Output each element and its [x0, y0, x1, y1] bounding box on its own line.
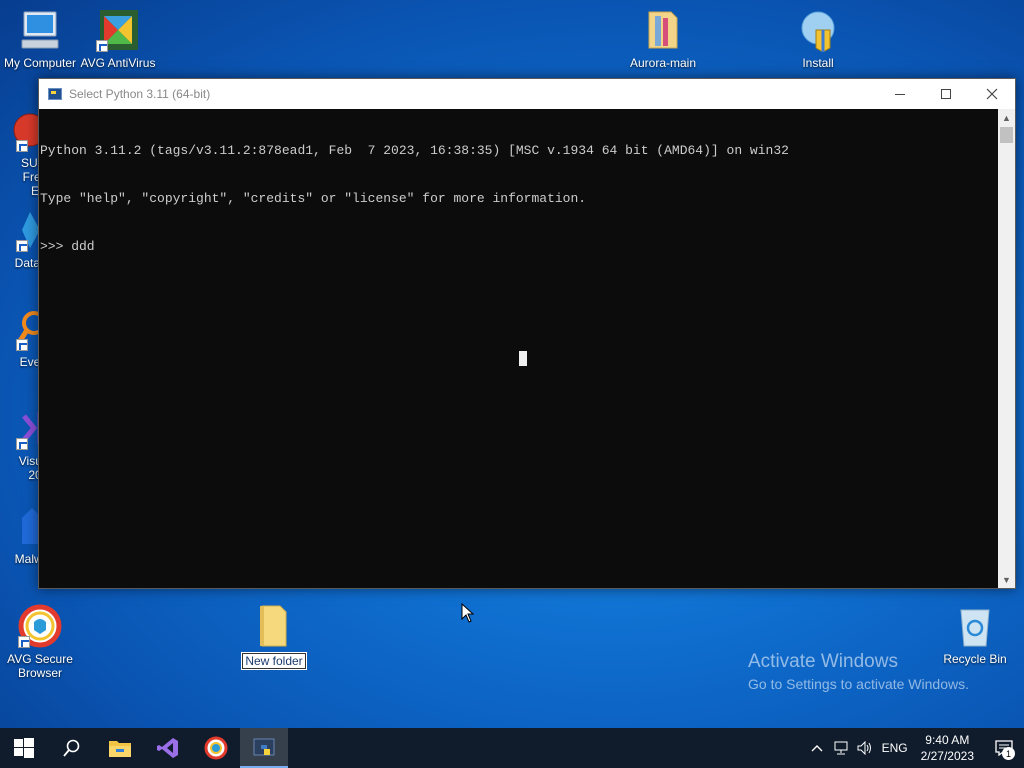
- volume-button[interactable]: [853, 728, 877, 768]
- desktop-icon-my-computer[interactable]: My Computer: [0, 8, 80, 70]
- avg-antivirus-icon: [96, 8, 140, 52]
- mouse-pointer-icon: [461, 603, 475, 623]
- minimize-icon: [895, 93, 905, 95]
- python-icon: [253, 738, 275, 756]
- activation-watermark: Activate Windows Go to Settings to activ…: [748, 651, 969, 692]
- installer-icon: [796, 8, 840, 53]
- scrollbar-thumb[interactable]: [1000, 127, 1013, 143]
- scroll-down-icon[interactable]: ▼: [998, 571, 1015, 588]
- visual-studio-icon: [157, 738, 178, 758]
- windows-logo-icon: [14, 738, 34, 758]
- desktop-icon-new-folder[interactable]: New folder: [234, 604, 314, 670]
- desktop-icon-label: AVG AntiVirus Free: [80, 56, 156, 70]
- desktop-icon-avg-antivirus[interactable]: AVG AntiVirus Free: [78, 8, 158, 70]
- search-button[interactable]: [48, 728, 96, 768]
- clock-date: 2/27/2023: [920, 749, 974, 763]
- python-icon: [48, 88, 62, 100]
- watermark-subtitle: Go to Settings to activate Windows.: [748, 676, 969, 692]
- taskbar-file-explorer[interactable]: [96, 728, 144, 768]
- vertical-scrollbar[interactable]: ▲ ▼: [998, 109, 1015, 588]
- clock[interactable]: 9:40 AM 2/27/2023: [921, 732, 974, 764]
- desktop-icon-aurora-main[interactable]: Aurora-main: [623, 8, 703, 70]
- desktop-icon-label: My Computer: [3, 56, 77, 70]
- maximize-icon: [941, 89, 951, 99]
- desktop-icon-install-transformers[interactable]: Install Transformers: [778, 8, 858, 70]
- rename-input[interactable]: New folder: [241, 652, 307, 670]
- maximize-button[interactable]: [923, 79, 969, 109]
- scroll-up-icon[interactable]: ▲: [998, 109, 1015, 126]
- action-center-button[interactable]: 1: [984, 728, 1024, 768]
- clock-time: 9:40 AM: [925, 733, 970, 747]
- taskbar: ENG 9:40 AM 2/27/2023 1: [0, 728, 1024, 768]
- file-explorer-icon: [109, 741, 131, 757]
- show-hidden-icons-button[interactable]: [805, 728, 829, 768]
- chevron-up-icon: [811, 745, 823, 752]
- shortcut-arrow-icon: [96, 40, 108, 52]
- window-title: Select Python 3.11 (64-bit): [69, 87, 211, 101]
- avg-secure-browser-icon: [18, 604, 62, 648]
- shortcut-arrow-icon: [16, 438, 28, 450]
- system-tray: ENG 9:40 AM 2/27/2023 1: [805, 728, 1024, 768]
- shortcut-arrow-icon: [18, 636, 30, 648]
- console-line: Type "help", "copyright", "credits" or "…: [40, 191, 587, 206]
- notification-count-badge: 1: [1002, 747, 1015, 760]
- computer-icon: [18, 8, 62, 52]
- recycle-bin-icon: [953, 604, 997, 648]
- shortcut-arrow-icon: [16, 140, 28, 152]
- desktop-icon-label: Aurora-main: [629, 56, 697, 70]
- watermark-title: Activate Windows: [748, 651, 898, 672]
- minimize-button[interactable]: [877, 79, 923, 109]
- start-button[interactable]: [0, 728, 48, 768]
- close-icon: [986, 88, 998, 100]
- language-indicator[interactable]: ENG: [877, 728, 913, 768]
- text-cursor: [519, 351, 527, 366]
- console-prompt-line: >>> ddd: [40, 239, 95, 254]
- desktop-icon-label: Install Transformers: [802, 56, 834, 70]
- shortcut-arrow-icon: [16, 339, 28, 351]
- folder-icon: [641, 8, 685, 52]
- taskbar-python[interactable]: [240, 728, 288, 768]
- network-icon: [834, 741, 848, 755]
- shortcut-arrow-icon: [16, 240, 28, 252]
- desktop-icon-avg-secure-browser[interactable]: AVG Secure Browser: [0, 604, 80, 680]
- taskbar-avg-browser[interactable]: [192, 728, 240, 768]
- console-line: Python 3.11.2 (tags/v3.11.2:878ead1, Feb…: [40, 143, 789, 158]
- folder-icon: [252, 604, 296, 648]
- volume-icon: [857, 741, 871, 755]
- network-button[interactable]: [829, 728, 853, 768]
- avg-browser-icon: [204, 736, 228, 760]
- console-output[interactable]: Python 3.11.2 (tags/v3.11.2:878ead1, Feb…: [39, 109, 998, 588]
- python-console-window[interactable]: Select Python 3.11 (64-bit) Python 3.11.…: [38, 78, 1016, 589]
- search-icon: [63, 739, 80, 757]
- desktop-icon-label: AVG Secure Browser: [7, 652, 73, 680]
- close-button[interactable]: [969, 79, 1015, 109]
- taskbar-visual-studio[interactable]: [144, 728, 192, 768]
- window-titlebar[interactable]: Select Python 3.11 (64-bit): [39, 79, 1015, 109]
